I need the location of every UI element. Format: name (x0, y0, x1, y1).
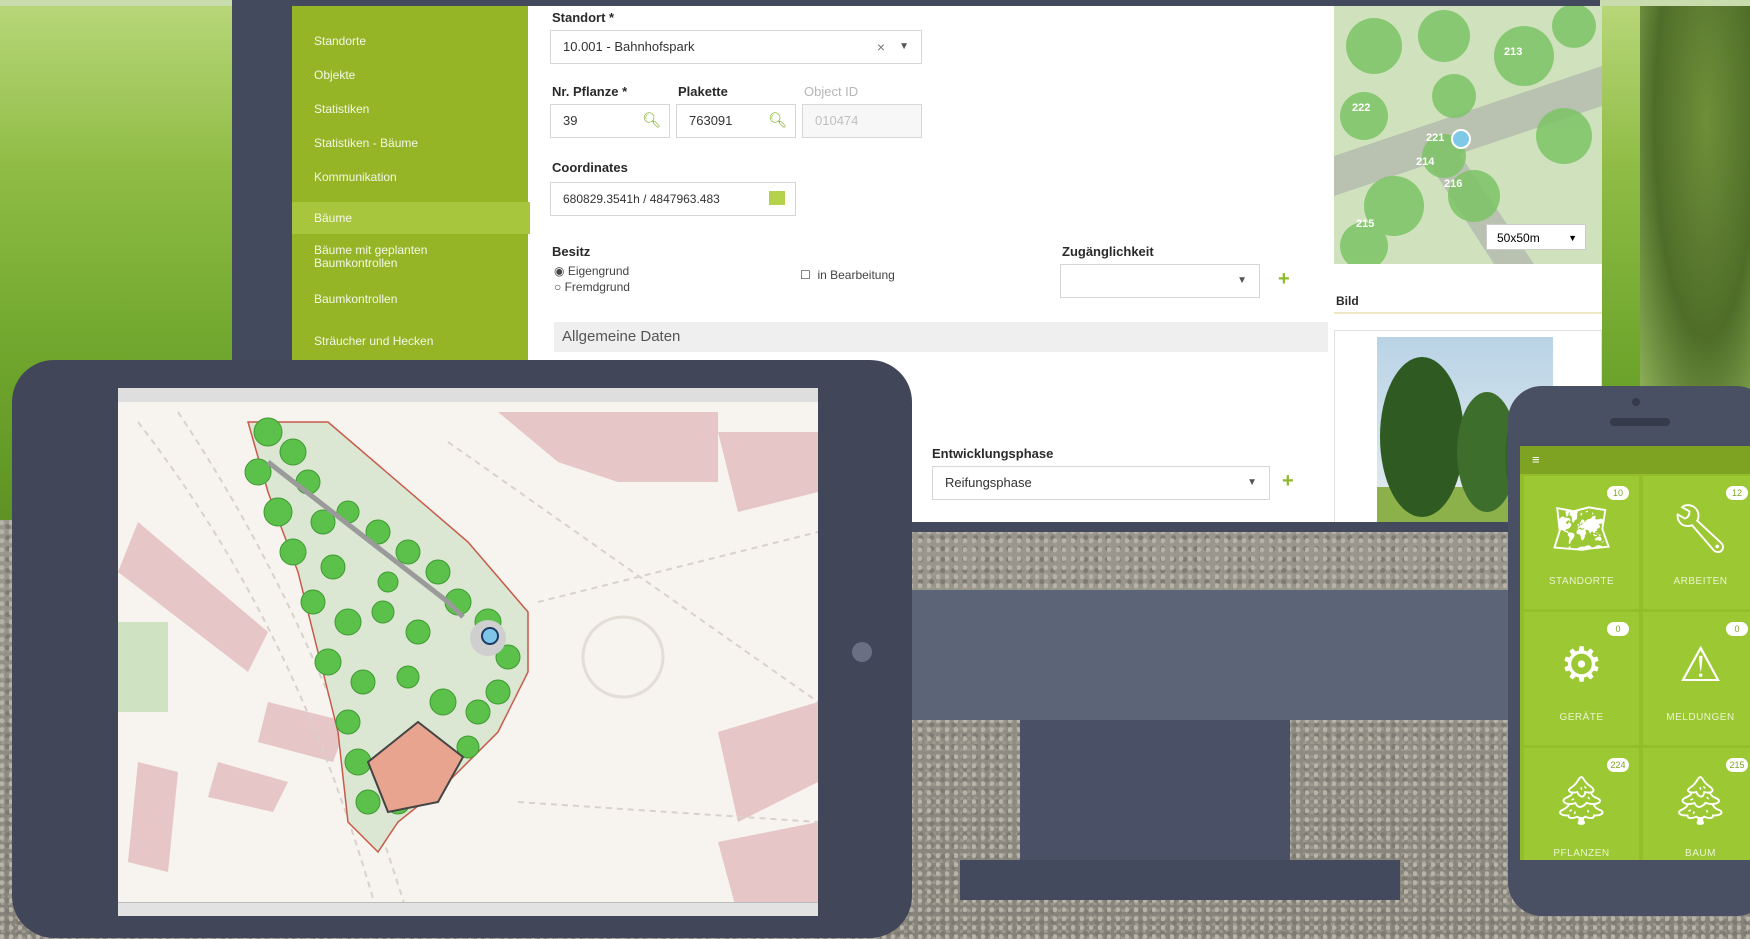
tree-number-label: 215 (1356, 218, 1375, 230)
zugaenglichkeit-select[interactable]: ▼ (1060, 264, 1260, 298)
tile-label: STANDORTE (1548, 576, 1615, 587)
tablet-home-button[interactable] (852, 642, 872, 662)
tile-badge: 224 (1607, 758, 1629, 772)
sidebar-item-straeucher[interactable]: Sträucher und Hecken (314, 334, 433, 348)
entwicklungsphase-value: Reifungsphase (945, 475, 1032, 490)
search-icon[interactable]: 🔍︎ (768, 105, 787, 137)
map-scale-value: 50x50m (1497, 231, 1540, 245)
add-icon[interactable]: + (1282, 470, 1294, 493)
radio-fremdgrund-label: Fremdgrund (564, 280, 630, 294)
tree-number-label: 222 (1352, 102, 1371, 114)
nr-pflanze-label: Nr. Pflanze * (552, 84, 628, 99)
divider (1334, 312, 1602, 314)
tile-label: PFLANZEN (1553, 848, 1610, 859)
nr-pflanze-input[interactable]: 39 🔍︎ (550, 104, 670, 138)
map-scale-select[interactable]: 50x50m ▼ (1486, 224, 1586, 250)
mini-map[interactable]: 222 214 215 221 213 216 50x50m ▼ (1334, 6, 1602, 264)
tree-number-label: 216 (1444, 178, 1463, 190)
in-bearbeitung-checkbox[interactable]: ☐ in Bearbeitung (800, 268, 895, 282)
tile-geraete[interactable]: 0 ⚙ GERÄTE (1524, 612, 1639, 745)
device-icon: ⚙ (1559, 639, 1604, 692)
sidebar-item-baumkontrollen[interactable]: Baumkontrollen (314, 292, 397, 306)
object-id-input: 010474 (802, 104, 922, 138)
tile-label: ARBEITEN (1673, 576, 1728, 587)
map-pin-icon[interactable] (769, 191, 785, 205)
plakette-value: 763091 (689, 113, 733, 128)
tile-badge: 12 (1726, 486, 1748, 500)
background-hedge (1640, 0, 1750, 400)
tile-badge: 10 (1607, 486, 1629, 500)
wrench-icon: 🔧︎ (1670, 503, 1731, 556)
standort-value: 10.001 - Bahnhofspark (563, 39, 695, 54)
tile-standorte[interactable]: 10 🗺︎ STANDORTE (1524, 476, 1639, 609)
gis-toolbar[interactable] (118, 388, 818, 403)
coordinates-value: 680829.3541h / 4847963.483 (563, 192, 720, 206)
tile-label: BAUM (1685, 848, 1716, 859)
sidebar-item-objekte[interactable]: Objekte (314, 68, 355, 82)
standort-label: Standort * (552, 10, 615, 25)
sidebar-item-standorte[interactable]: Standorte (314, 34, 366, 48)
tree-list-icon: 🌲︎ (1670, 775, 1731, 828)
sidebar-item-kommunikation[interactable]: Kommunikation (314, 170, 397, 184)
tree-number-label: 221 (1426, 132, 1445, 144)
phone-topbar: ≡ (1520, 446, 1750, 474)
chevron-down-icon[interactable]: ▼ (1247, 467, 1257, 499)
standort-select[interactable]: 10.001 - Bahnhofspark × ▼ (550, 30, 922, 64)
warning-icon: ⚠ (1678, 639, 1723, 692)
sidebar-item-baeume[interactable]: Bäume (292, 202, 530, 234)
monitor-base (960, 860, 1400, 900)
phone-camera (1632, 398, 1640, 406)
map-icon: 🗺︎ (1551, 503, 1612, 556)
radio-eigengrund-label: Eigengrund (567, 264, 630, 278)
search-icon[interactable]: 🔍︎ (642, 105, 661, 137)
sidebar-item-geplante-baumkontrollen[interactable]: Bäume mit geplanten Baumkontrollen (314, 244, 454, 270)
tile-label: GERÄTE (1559, 712, 1604, 723)
coordinates-input[interactable]: 680829.3541h / 4847963.483 (550, 182, 796, 216)
besitz-label: Besitz (552, 244, 591, 259)
entwicklungsphase-label: Entwicklungsphase (932, 446, 1054, 461)
phone-speaker (1610, 418, 1670, 426)
tile-pflanzen[interactable]: 224 🌲︎ PFLANZEN (1524, 748, 1639, 860)
tile-badge: 0 (1607, 622, 1629, 636)
section-allgemeine-daten: Allgemeine Daten (554, 322, 1328, 352)
bild-label: Bild (1336, 294, 1359, 308)
sidebar-item-statistiken[interactable]: Statistiken (314, 102, 369, 116)
sidebar-item-statistiken-baeume[interactable]: Statistiken - Bäume (314, 136, 418, 150)
tile-badge: 0 (1726, 622, 1748, 636)
phone-screen: ≡ 10 🗺︎ STANDORTE 12 🔧︎ ARBEITEN 0 ⚙ GER… (1520, 446, 1750, 860)
entwicklungsphase-select[interactable]: Reifungsphase ▼ (932, 466, 1270, 500)
add-icon[interactable]: + (1278, 268, 1290, 291)
chevron-down-icon[interactable]: ▼ (899, 31, 909, 63)
zugaenglichkeit-label: Zugänglichkeit (1062, 244, 1154, 259)
chevron-down-icon[interactable]: ▼ (1237, 265, 1247, 297)
tree-icon: 🌲︎ (1551, 775, 1612, 828)
menu-icon[interactable]: ≡ (1532, 452, 1540, 467)
tile-badge: 215 (1726, 758, 1748, 772)
tree-number-label: 213 (1504, 46, 1523, 58)
clear-icon[interactable]: × (877, 31, 885, 63)
tile-label: MELDUNGEN (1666, 712, 1735, 723)
chevron-down-icon[interactable]: ▼ (1568, 225, 1577, 251)
tablet-screen-map[interactable] (118, 388, 818, 916)
radio-fremdgrund[interactable]: ○ Fremdgrund (554, 280, 630, 294)
nr-pflanze-value: 39 (563, 113, 578, 128)
object-id-value: 010474 (815, 113, 859, 128)
plakette-label: Plakette (678, 84, 728, 99)
radio-eigengrund[interactable]: ◉ Eigengrund (554, 264, 629, 278)
monitor-bezel-bottom (910, 590, 1600, 720)
park-map (118, 402, 818, 916)
plakette-input[interactable]: 763091 🔍︎ (676, 104, 796, 138)
tree-number-label: 214 (1416, 156, 1435, 168)
tile-arbeiten[interactable]: 12 🔧︎ ARBEITEN (1643, 476, 1750, 609)
coordinates-label: Coordinates (552, 160, 628, 175)
gis-statusbar (118, 902, 818, 916)
tile-meldungen[interactable]: 0 ⚠ MELDUNGEN (1643, 612, 1750, 745)
object-id-label: Object ID (804, 84, 859, 99)
in-bearbeitung-label: in Bearbeitung (817, 268, 895, 282)
tile-baum[interactable]: 215 🌲︎ BAUM (1643, 748, 1750, 860)
